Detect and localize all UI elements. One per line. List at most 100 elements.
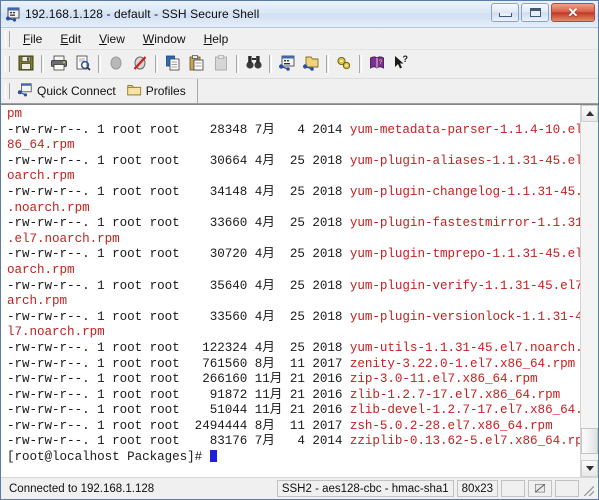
profiles-label: Profiles — [145, 84, 186, 98]
file-transfer-button[interactable] — [299, 52, 323, 76]
connect-icon — [107, 54, 125, 75]
file-name: yum-plugin-aliases-1.1.31-45.el7.n — [349, 153, 580, 168]
terminal-line: .el7.noarch.rpm — [7, 232, 580, 248]
window-title: 192.168.1.128 - default - SSH Secure She… — [25, 7, 260, 21]
file-metadata: -rw-rw-r--. 1 root root 51044 11月 21 201… — [7, 403, 350, 418]
status-blank-panel-2 — [555, 480, 579, 497]
terminal-line: pm — [7, 107, 580, 123]
menu-file[interactable]: File — [14, 30, 51, 48]
terminal-line: -rw-rw-r--. 1 root root 266160 11月 21 20… — [7, 372, 580, 388]
context-help-icon: ? — [392, 54, 410, 75]
print-preview-button[interactable] — [71, 52, 95, 76]
terminal-area: pm -rw-rw-r--. 1 root root 28348 7月 4 201… — [1, 104, 598, 477]
print-preview-icon — [74, 54, 92, 75]
file-metadata: -rw-rw-r--. 1 root root 2494444 8月 11 20… — [7, 418, 350, 433]
file-metadata: -rw-rw-r--. 1 root root 91872 11月 21 201… — [7, 387, 350, 402]
shell-prompt: [root@localhost Packages]# — [7, 450, 210, 465]
scrollbar-track[interactable] — [581, 122, 598, 460]
file-name: yum-plugin-verify-1.1.31-45.el7.no — [349, 278, 580, 293]
new-terminal-button[interactable] — [275, 52, 299, 76]
scrollbar-thumb[interactable] — [581, 428, 598, 454]
new-terminal-icon — [278, 54, 296, 75]
help-book-button[interactable]: ? — [365, 52, 389, 76]
terminal-line: -rw-rw-r--. 1 root root 83176 7月 4 2014 … — [7, 434, 580, 450]
terminal-line: -rw-rw-r--. 1 root root 122324 4月 25 201… — [7, 341, 580, 357]
terminal-output[interactable]: pm -rw-rw-r--. 1 root root 28348 7月 4 201… — [1, 105, 580, 477]
terminal-line: -rw-rw-r--. 1 root root 35640 4月 25 2018… — [7, 279, 580, 295]
file-name: 86_64.rpm — [7, 138, 75, 153]
clipboard-icon — [212, 54, 230, 75]
ssh-secure-shell-window: 192.168.1.128 - default - SSH Secure She… — [0, 0, 599, 500]
terminal-line: -rw-rw-r--. 1 root root 761560 8月 11 201… — [7, 357, 580, 373]
terminal-scrollbar[interactable] — [580, 105, 598, 477]
folder-icon — [126, 82, 142, 101]
terminal-line: l7.noarch.rpm — [7, 325, 580, 341]
toolbar-separator — [236, 55, 239, 73]
status-encryption-indicator[interactable] — [528, 480, 552, 497]
context-help-button[interactable]: ? — [389, 52, 413, 76]
chevron-down-icon — [585, 466, 594, 471]
terminal-line: -rw-rw-r--. 1 root root 33660 4月 25 2018… — [7, 216, 580, 232]
maximize-button[interactable] — [521, 3, 549, 22]
close-button[interactable]: ✕ — [551, 3, 595, 22]
profiles-button[interactable]: Profiles — [123, 80, 193, 103]
connect-button[interactable] — [104, 52, 128, 76]
menu-help[interactable]: Help — [195, 30, 238, 48]
toolbar-separator — [326, 55, 329, 73]
quickbar-filler — [196, 79, 598, 103]
file-metadata: -rw-rw-r--. 1 root root 30720 4月 25 2018 — [7, 247, 350, 262]
text-cursor — [209, 450, 218, 463]
toolbar-separator — [41, 55, 44, 73]
file-name: yum-plugin-tmprepo-1.1.31-45.el7.n — [349, 247, 580, 262]
terminal-line: .noarch.rpm — [7, 201, 580, 217]
settings-icon — [335, 54, 353, 75]
file-name: yum-metadata-parser-1.1.4-10.el7.x — [349, 122, 580, 137]
copy-button[interactable] — [161, 52, 185, 76]
file-name: oarch.rpm — [7, 262, 75, 277]
status-blank-panel-1 — [501, 480, 525, 497]
paste-button[interactable] — [185, 52, 209, 76]
save-button[interactable] — [14, 52, 38, 76]
terminal-line: -rw-rw-r--. 1 root root 51044 11月 21 201… — [7, 403, 580, 419]
file-name: pm — [7, 107, 23, 121]
resize-grip[interactable] — [582, 481, 596, 497]
toolbar-separator — [155, 55, 158, 73]
file-name: .noarch.rpm — [7, 200, 90, 215]
file-metadata: -rw-rw-r--. 1 root root 122324 4月 25 201… — [7, 340, 350, 355]
quick-connect-icon — [17, 82, 33, 101]
minimize-icon — [498, 12, 512, 17]
menu-bar: File Edit View Window Help — [1, 28, 598, 50]
terminal-line: -rw-rw-r--. 1 root root 30664 4月 25 2018… — [7, 154, 580, 170]
print-icon — [50, 54, 68, 75]
clipboard-button[interactable] — [209, 52, 233, 76]
svg-text:?: ? — [403, 54, 409, 64]
terminal-line: -rw-rw-r--. 1 root root 34148 4月 25 2018… — [7, 185, 580, 201]
quickbar-drag-grip[interactable] — [5, 83, 10, 99]
menu-window[interactable]: Window — [134, 30, 195, 48]
title-bar[interactable]: 192.168.1.128 - default - SSH Secure She… — [1, 1, 598, 28]
status-cipher: SSH2 - aes128-cbc - hmac-sha1 — [276, 480, 454, 497]
status-bar: Connected to 192.168.1.128 SSH2 - aes128… — [1, 477, 598, 499]
scroll-up-button[interactable] — [581, 105, 598, 122]
minimize-button[interactable] — [491, 3, 519, 22]
terminal-line: oarch.rpm — [7, 169, 580, 185]
print-button[interactable] — [47, 52, 71, 76]
disconnect-button[interactable] — [128, 52, 152, 76]
quick-connect-bar: Quick Connect Profiles — [1, 79, 598, 104]
scroll-down-button[interactable] — [581, 460, 598, 477]
find-button[interactable] — [242, 52, 266, 76]
terminal-line: arch.rpm — [7, 294, 580, 310]
menu-edit[interactable]: Edit — [51, 30, 90, 48]
quick-connect-button[interactable]: Quick Connect — [14, 80, 123, 103]
file-name: zziplib-0.13.62-5.el7.x86_64.rpm — [349, 434, 580, 449]
settings-button[interactable] — [332, 52, 356, 76]
file-name: yum-plugin-changelog-1.1.31-45.el7 — [349, 184, 580, 199]
file-metadata: -rw-rw-r--. 1 root root 30664 4月 25 2018 — [7, 153, 350, 168]
file-metadata: -rw-rw-r--. 1 root root 266160 11月 21 20… — [7, 372, 350, 387]
toolbar-drag-grip[interactable] — [5, 56, 10, 72]
file-metadata: -rw-rw-r--. 1 root root 83176 7月 4 2014 — [7, 434, 350, 449]
terminal-line: -rw-rw-r--. 1 root root 33560 4月 25 2018… — [7, 310, 580, 326]
file-name: yum-plugin-versionlock-1.1.31-45.e — [349, 309, 580, 324]
menu-drag-grip[interactable] — [5, 30, 10, 47]
menu-view[interactable]: View — [90, 30, 134, 48]
